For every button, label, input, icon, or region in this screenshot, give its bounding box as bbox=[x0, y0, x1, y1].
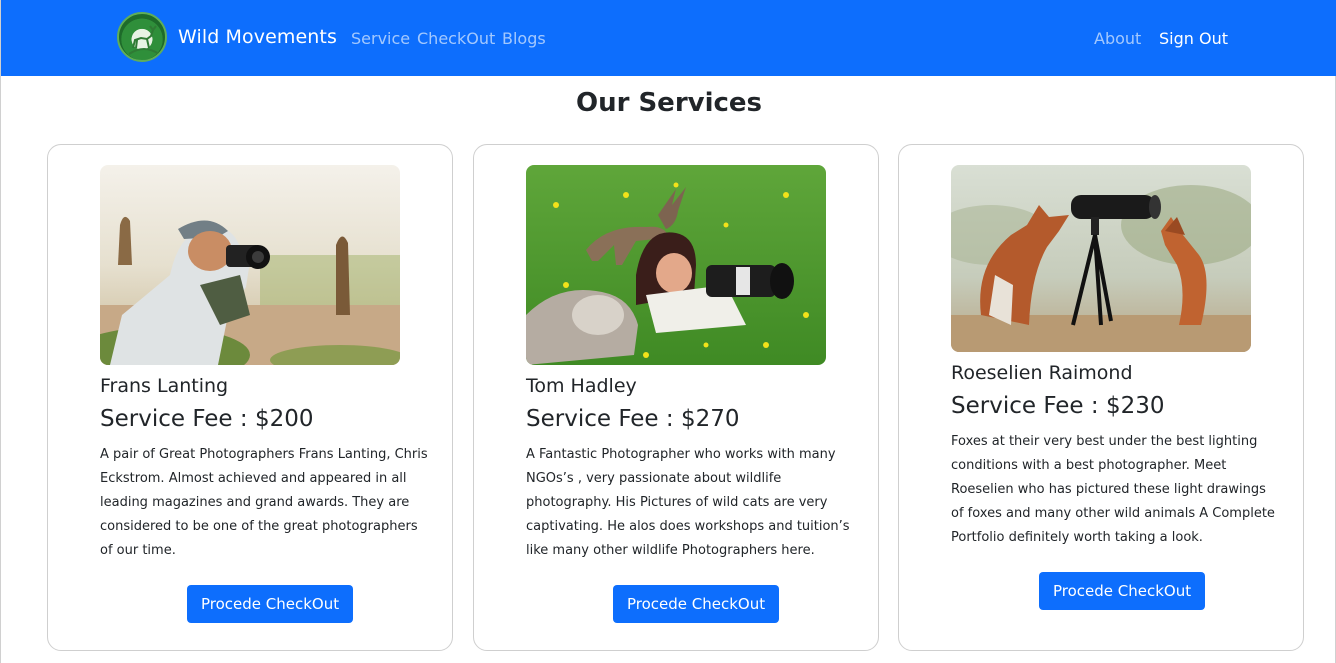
service-card: Roeselien Raimond Service Fee : $230 Fox… bbox=[898, 144, 1304, 651]
nav-about[interactable]: About bbox=[1094, 29, 1141, 48]
service-fee: Service Fee : $230 bbox=[951, 393, 1165, 419]
procede-checkout-button[interactable]: Procede CheckOut bbox=[613, 585, 780, 623]
procede-checkout-button[interactable]: Procede CheckOut bbox=[187, 585, 354, 623]
service-card: Frans Lanting Service Fee : $200 A pair … bbox=[47, 144, 453, 651]
procede-checkout-button[interactable]: Procede CheckOut bbox=[1039, 572, 1206, 610]
nav-checkout[interactable]: CheckOut bbox=[417, 29, 495, 48]
nav-blogs[interactable]: Blogs bbox=[502, 29, 546, 48]
nav-sign-out[interactable]: Sign Out bbox=[1159, 29, 1228, 48]
page-title: Our Services bbox=[575, 88, 763, 118]
service-description: Foxes at their very best under the best … bbox=[951, 434, 1275, 545]
service-card: Tom Hadley Service Fee : $270 A Fantasti… bbox=[473, 144, 879, 651]
brand[interactable]: Wild Movements bbox=[117, 12, 337, 62]
photographer-with-fawn-and-wolf-pup-photo bbox=[526, 165, 826, 365]
brand-name: Wild Movements bbox=[178, 26, 337, 48]
photographer-with-meerkats-photo bbox=[100, 165, 400, 365]
foxes-with-camera-tripod-photo bbox=[951, 165, 1251, 352]
photographer-name: Tom Hadley bbox=[526, 375, 637, 397]
service-fee: Service Fee : $200 bbox=[100, 406, 314, 432]
photographer-name: Roeselien Raimond bbox=[951, 362, 1133, 384]
service-description: A pair of Great Photographers Frans Lant… bbox=[100, 447, 428, 558]
top-navbar: Wild Movements Service CheckOut Blogs Ab… bbox=[1, 0, 1336, 76]
deer-logo-icon bbox=[117, 12, 167, 62]
photographer-name: Frans Lanting bbox=[100, 375, 229, 397]
service-fee: Service Fee : $270 bbox=[526, 406, 740, 432]
service-description: A Fantastic Photographer who works with … bbox=[526, 447, 850, 558]
nav-service[interactable]: Service bbox=[351, 29, 410, 48]
